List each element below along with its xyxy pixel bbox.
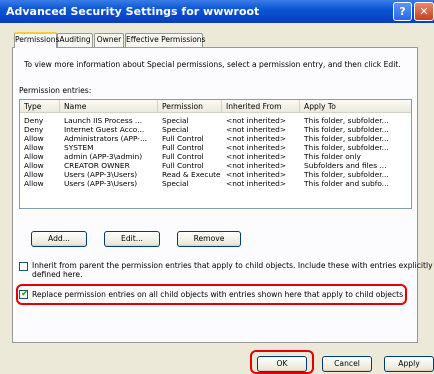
table-row[interactable]: Deny Launch IIS Process ... Special <not in… xyxy=(20,116,411,125)
cell-apply-to: This folder, subfolder... xyxy=(304,170,389,179)
cell-inherited-from: <not inherited> xyxy=(226,170,287,179)
cell-permission: Special xyxy=(162,179,189,188)
table-row[interactable]: Allow Users (APP-3\Users) Special <not inhe… xyxy=(20,179,411,188)
cell-inherited-from: <not inherited> xyxy=(226,161,287,170)
column-header-name[interactable]: Name xyxy=(60,100,158,113)
column-header-inherited-from[interactable]: Inherited From xyxy=(222,100,300,113)
table-row[interactable]: Allow SYSTEM Full Control <not inherited> Th… xyxy=(20,143,411,152)
cell-permission: Full Control xyxy=(162,134,204,143)
cell-name: CREATOR OWNER xyxy=(64,161,130,170)
ok-button-highlight xyxy=(250,350,314,374)
cell-apply-to: This folder, subfolder... xyxy=(304,143,389,152)
tab-effective-permissions[interactable]: Effective Permissions xyxy=(125,33,205,47)
cell-apply-to: This folder and subfo... xyxy=(304,179,389,188)
cell-type: Allow xyxy=(24,152,44,161)
cell-inherited-from: <not inherited> xyxy=(226,179,287,188)
title-bar: Advanced Security Settings for wwwroot xyxy=(0,0,434,23)
window-title: Advanced Security Settings for wwwroot xyxy=(6,5,260,18)
cell-apply-to: This folder only xyxy=(304,152,361,161)
cell-name: admin (APP-3\admin) xyxy=(64,152,143,161)
permission-entries-list[interactable]: Type Name Permission Inherited From Appl… xyxy=(19,99,412,209)
intro-text: To view more information about Special p… xyxy=(24,60,401,69)
cell-inherited-from: <not inherited> xyxy=(226,134,287,143)
edit-button[interactable]: Edit... xyxy=(104,231,160,247)
cell-type: Allow xyxy=(24,179,44,188)
cell-name: Administrators (APP-... xyxy=(64,134,147,143)
column-header-apply-to[interactable]: Apply To xyxy=(300,100,412,113)
tab-auditing[interactable]: Auditing xyxy=(57,33,93,47)
inherit-checkbox-label-line2: defined here. xyxy=(32,270,83,279)
cell-name: Internet Guest Acco... xyxy=(64,125,145,134)
table-row[interactable]: Allow Administrators (APP-... Full Control… xyxy=(20,134,411,143)
cell-type: Allow xyxy=(24,134,44,143)
table-row[interactable]: Allow Users (APP-3\Users) Read & Execute <n… xyxy=(20,170,411,179)
cell-apply-to: This folder, subfolder... xyxy=(304,134,389,143)
add-button[interactable]: Add... xyxy=(31,231,87,247)
cell-permission: Read & Execute xyxy=(162,170,221,179)
tab-permissions[interactable]: Permissions xyxy=(14,32,59,48)
replace-checkbox-highlight xyxy=(16,284,407,305)
cell-permission: Special xyxy=(162,125,189,134)
cell-type: Deny xyxy=(24,116,44,125)
advanced-security-settings-dialog: Advanced Security Settings for wwwroot ?… xyxy=(0,0,434,374)
inherit-checkbox[interactable] xyxy=(19,262,28,271)
cell-inherited-from: <not inherited> xyxy=(226,116,287,125)
cell-permission: Special xyxy=(162,116,189,125)
cell-permission: Full Control xyxy=(162,161,204,170)
remove-button[interactable]: Remove xyxy=(177,231,241,247)
cell-inherited-from: <not inherited> xyxy=(226,143,287,152)
cell-name: Users (APP-3\Users) xyxy=(64,170,138,179)
cell-permission: Full Control xyxy=(162,143,204,152)
cell-name: SYSTEM xyxy=(64,143,94,152)
help-button[interactable]: ? xyxy=(393,2,412,21)
cell-inherited-from: <not inherited> xyxy=(226,125,287,134)
column-header-permission[interactable]: Permission xyxy=(158,100,222,113)
table-row[interactable]: Deny Internet Guest Acco... Special <not in… xyxy=(20,125,411,134)
cell-type: Allow xyxy=(24,170,44,179)
cell-type: Deny xyxy=(24,125,44,134)
list-header: Type Name Permission Inherited From Appl… xyxy=(20,100,411,113)
cancel-button[interactable]: Cancel xyxy=(322,356,372,372)
table-row[interactable]: Allow CREATOR OWNER Full Control <not inher… xyxy=(20,161,411,170)
tab-owner[interactable]: Owner xyxy=(94,33,124,47)
cell-type: Allow xyxy=(24,161,44,170)
cell-apply-to: This folder, subfolder... xyxy=(304,116,389,125)
inherit-checkbox-label-line1: Inherit from parent the permission entri… xyxy=(32,261,433,270)
cell-apply-to: This folder, subfolder... xyxy=(304,125,389,134)
close-button[interactable]: ✕ xyxy=(414,2,434,21)
cell-apply-to: Subfolders and files ... xyxy=(304,161,387,170)
cell-inherited-from: <not inherited> xyxy=(226,152,287,161)
permission-entries-label: Permission entries: xyxy=(19,86,92,95)
cell-type: Allow xyxy=(24,143,44,152)
cell-name: Users (APP-3\Users) xyxy=(64,179,138,188)
apply-button[interactable]: Apply xyxy=(384,356,434,372)
cell-permission: Full Control xyxy=(162,152,204,161)
column-header-type[interactable]: Type xyxy=(20,100,60,113)
cell-name: Launch IIS Process ... xyxy=(64,116,142,125)
table-row[interactable]: Allow admin (APP-3\admin) Full Control <not… xyxy=(20,152,411,161)
